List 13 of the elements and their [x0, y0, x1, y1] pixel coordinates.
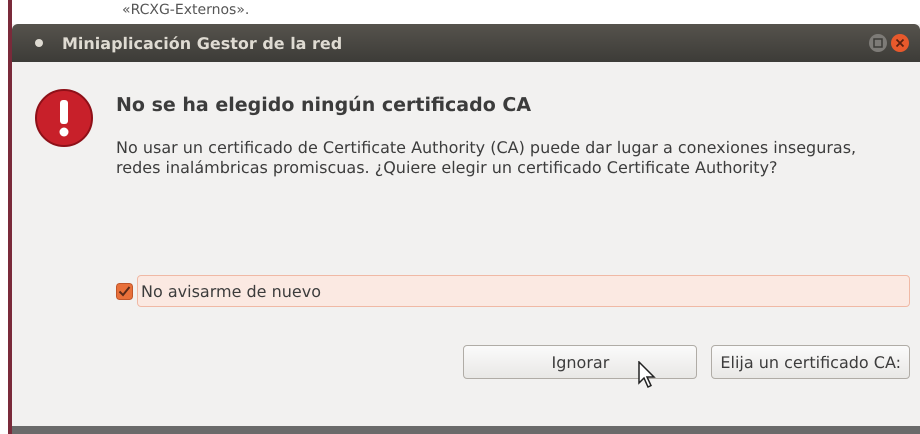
window-title: Miniaplicación Gestor de la red [62, 34, 344, 52]
dialog-button[interactable]: Elija un certificado CA: [711, 345, 910, 379]
window-menu-icon[interactable] [34, 38, 44, 48]
dialog-button[interactable]: Ignorar [463, 345, 698, 379]
close-button[interactable] [890, 33, 910, 53]
mouse-pointer-icon [638, 361, 658, 389]
checkbox-label[interactable]: No avisarme de nuevo [137, 275, 910, 307]
background-text: «RCXG-Externos». [122, 2, 250, 18]
warning-icon [34, 88, 94, 148]
dialog-heading: No se ha elegido ningún certificado CA [116, 94, 532, 116]
maximize-button[interactable] [868, 33, 888, 53]
checkbox[interactable] [116, 282, 133, 300]
dialog-message: No usar un certificado de Certificate Authority (CA) puede dar lugar a conexiones inseguras, redes inalámbricas promiscuas. ¿Quiere elegir un certificado Certificate Authority? [116, 138, 858, 178]
